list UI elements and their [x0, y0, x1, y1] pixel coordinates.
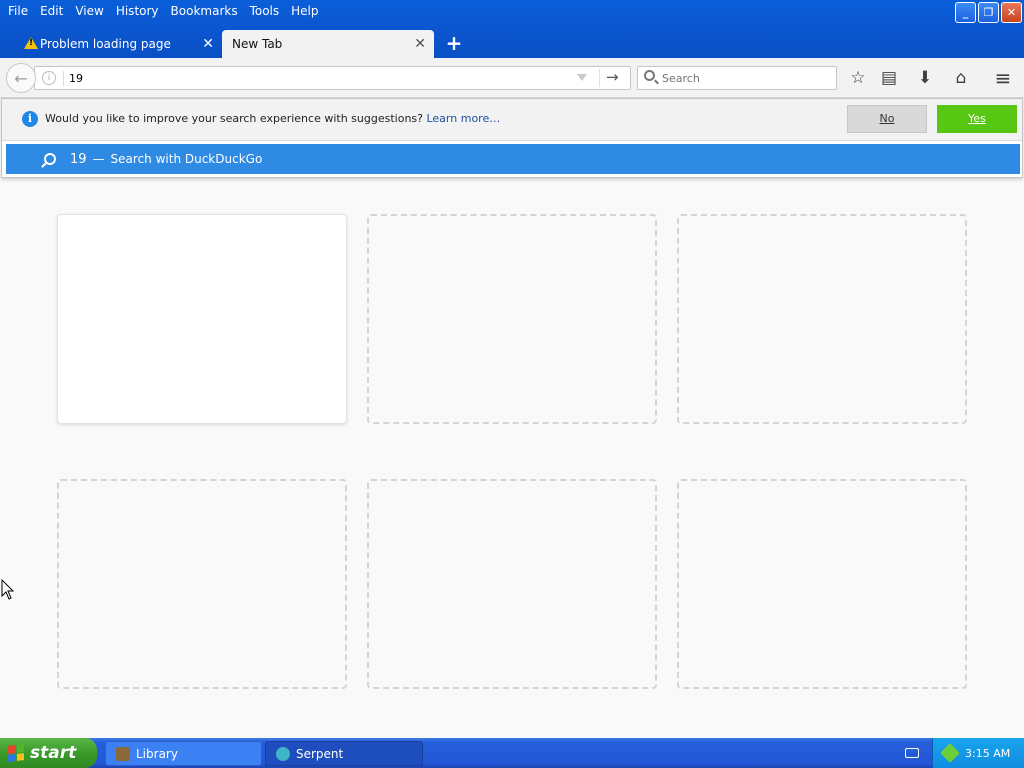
mouse-cursor-icon — [1, 579, 15, 600]
search-suggestions-popup: i Would you like to improve your search … — [1, 98, 1023, 178]
reading-list-icon[interactable]: ▤ — [876, 66, 902, 90]
downloads-icon[interactable]: ⬇ — [912, 66, 938, 90]
empty-tile — [677, 214, 967, 424]
windows-flag-icon — [8, 744, 24, 762]
navigation-toolbar: i → ← ☆ ▤ ⬇ ⌂ ≡ — [0, 58, 1024, 98]
close-window-button[interactable]: ✕ — [1001, 2, 1022, 23]
optin-text: Would you like to improve your search ex… — [45, 112, 423, 125]
suggestion-term: 19 — [70, 151, 87, 167]
suggestion-engine-text: Search with DuckDuckGo — [110, 152, 263, 166]
start-label: start — [30, 743, 77, 763]
empty-tile — [677, 479, 967, 689]
taskbar-item-serpent[interactable]: Serpent — [265, 741, 423, 766]
tab-strip: Problem loading page ✕ New Tab ✕ + — [0, 30, 1024, 58]
search-suggestion-row[interactable]: 19 — Search with DuckDuckGo — [6, 144, 1020, 174]
optin-message: Would you like to improve your search ex… — [45, 112, 500, 125]
hamburger-menu-icon[interactable]: ≡ — [990, 66, 1016, 90]
taskbar-item-label: Serpent — [296, 746, 344, 761]
menu-bookmarks[interactable]: Bookmarks — [165, 1, 244, 21]
menu-bar: File Edit View History Bookmarks Tools H… — [0, 0, 325, 22]
window-titlebar: File Edit View History Bookmarks Tools H… — [0, 0, 1024, 58]
menu-tools[interactable]: Tools — [244, 1, 286, 21]
decline-button[interactable]: No — [847, 105, 927, 133]
taskbar-item-library[interactable]: Library — [105, 741, 262, 766]
clock[interactable]: 3:15 AM — [965, 747, 1010, 760]
home-icon[interactable]: ⌂ — [948, 66, 974, 90]
window-controls: _ ❐ ✕ — [955, 2, 1022, 23]
empty-tile — [367, 479, 657, 689]
network-icon[interactable] — [940, 743, 960, 763]
site-tile[interactable] — [57, 214, 347, 424]
go-arrow-icon[interactable]: → — [606, 68, 619, 86]
system-tray: 3:15 AM — [932, 738, 1024, 768]
learn-more-link[interactable]: Learn more… — [426, 112, 500, 125]
suggestions-optin-bar: i Would you like to improve your search … — [2, 99, 1022, 141]
tab-new-tab[interactable]: New Tab ✕ — [222, 30, 434, 58]
search-input[interactable] — [662, 70, 827, 86]
taskbar-item-label: Library — [136, 746, 178, 761]
site-info-icon[interactable]: i — [42, 71, 56, 85]
search-icon — [644, 70, 655, 81]
menu-view[interactable]: View — [69, 1, 109, 21]
start-button[interactable]: start — [0, 738, 97, 768]
tab-label: New Tab — [232, 37, 283, 51]
search-icon — [44, 153, 56, 165]
back-button[interactable]: ← — [6, 63, 36, 93]
bookmark-star-icon[interactable]: ☆ — [845, 66, 871, 90]
empty-tile — [367, 214, 657, 424]
keyboard-icon[interactable] — [905, 748, 919, 758]
suggestion-separator: — — [92, 152, 105, 166]
go-divider — [599, 69, 600, 87]
url-input[interactable] — [69, 69, 569, 87]
menu-history[interactable]: History — [110, 1, 165, 21]
search-bar[interactable] — [637, 66, 837, 90]
tab-label: Problem loading page — [40, 37, 171, 51]
new-tab-button[interactable]: + — [444, 33, 464, 53]
tab-problem-loading[interactable]: Problem loading page ✕ — [16, 30, 222, 58]
serpent-icon — [276, 746, 290, 761]
info-icon: i — [22, 111, 38, 127]
url-bar[interactable]: i → — [34, 66, 631, 90]
taskbar: start Library Serpent 3:15 AM — [0, 738, 1024, 768]
history-dropdown-icon[interactable] — [577, 74, 587, 81]
menu-file[interactable]: File — [2, 1, 34, 21]
close-tab-icon[interactable]: ✕ — [414, 36, 426, 52]
url-divider — [63, 71, 64, 86]
minimize-button[interactable]: _ — [955, 2, 976, 23]
close-tab-icon[interactable]: ✕ — [202, 36, 214, 52]
warning-icon — [24, 37, 38, 49]
accept-button[interactable]: Yes — [937, 105, 1017, 133]
menu-help[interactable]: Help — [285, 1, 324, 21]
library-icon — [116, 746, 130, 761]
menu-edit[interactable]: Edit — [34, 1, 69, 21]
restore-button[interactable]: ❐ — [978, 2, 999, 23]
empty-tile — [57, 479, 347, 689]
